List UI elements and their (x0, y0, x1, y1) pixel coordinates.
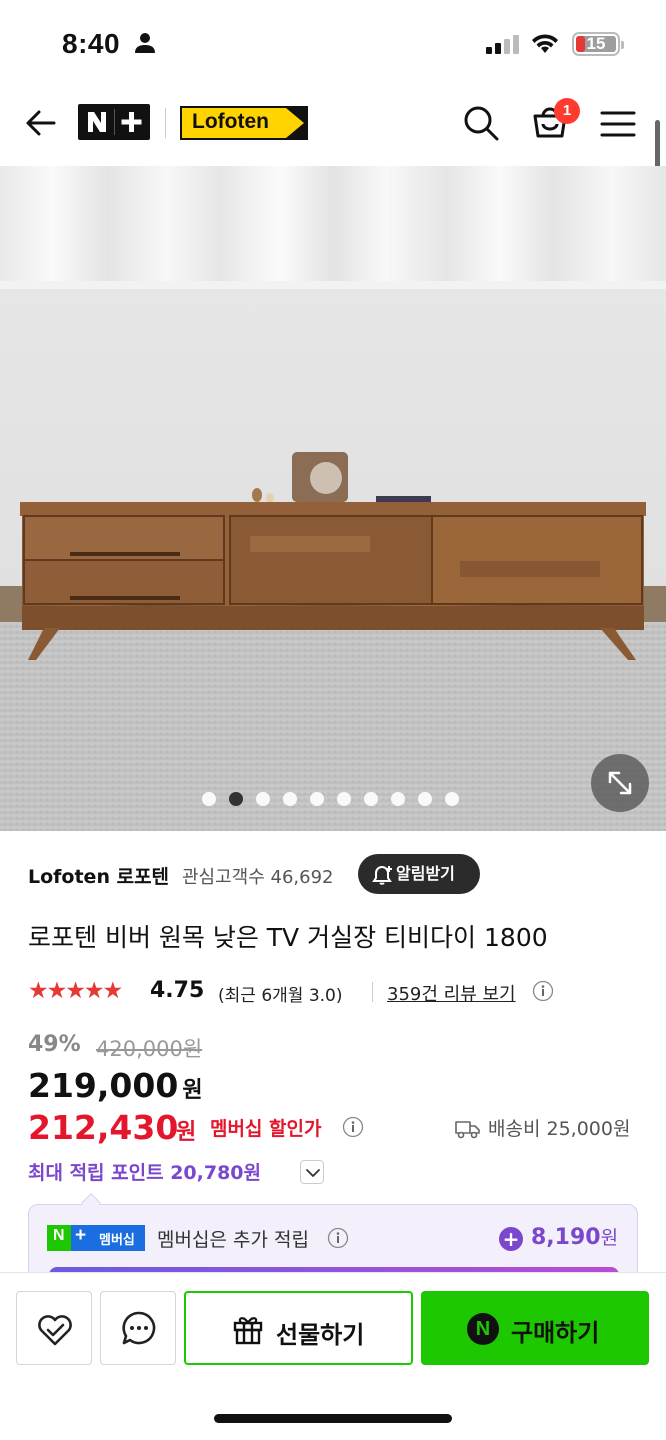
gallery-dot[interactable] (202, 792, 216, 806)
brand-logo[interactable]: Lofoten (180, 106, 308, 140)
store-name-link[interactable]: Lofoten 로포텐 (28, 862, 169, 889)
plus-circle-icon: + (499, 1227, 523, 1251)
status-bar: 8:40 15 (0, 0, 666, 84)
gift-icon (233, 1317, 263, 1345)
person-icon (135, 33, 155, 53)
price-row: 219,000 원 (28, 1066, 203, 1106)
membership-text: 멤버십은 추가 적립 (157, 1229, 309, 1251)
rating-value: 4.75 (150, 978, 205, 1003)
gallery-pagination[interactable] (202, 792, 459, 806)
product-image-gallery[interactable] (0, 166, 666, 831)
shipping-fee: 배송비 25,000원 (488, 1118, 631, 1140)
info-icon[interactable] (532, 980, 554, 1002)
battery-icon: 15 (572, 32, 624, 56)
chevron-down-icon (306, 1169, 320, 1177)
points-row[interactable]: 최대 적립 포인트 20,780원 (28, 1158, 324, 1188)
home-indicator[interactable] (214, 1414, 452, 1423)
store-fans-count: 관심고객수 46,692 (182, 867, 334, 888)
status-time: 8:40 (62, 28, 121, 59)
gift-button-label: 선물하기 (276, 1321, 365, 1349)
gallery-dot[interactable] (445, 792, 459, 806)
reviews-link[interactable]: 359건 리뷰 보기 (387, 980, 516, 1006)
membership-extra-points: 8,190원 (531, 1223, 618, 1250)
badge-n: N (53, 1227, 65, 1244)
gallery-dot[interactable] (391, 792, 405, 806)
gift-button[interactable]: 선물하기 (184, 1291, 413, 1365)
store-row: Lofoten 로포텐 관심고객수 46,692 알림받기 (28, 852, 648, 894)
member-price-row: 212,430 원 멤버십 할인가 배송비 25,000원 (28, 1108, 648, 1148)
member-price-label: 멤버십 할인가 (210, 1118, 322, 1140)
max-points: 최대 적립 포인트 20,780원 (28, 1162, 262, 1184)
top-nav: Lofoten 1 (0, 84, 666, 166)
npay-icon: N (467, 1313, 499, 1345)
rating-stars: ★★★★★ (28, 978, 123, 1004)
rating-divider (372, 982, 373, 1002)
buy-button[interactable]: N 구매하기 (421, 1291, 649, 1365)
brand-logo-text: Lofoten (192, 110, 269, 133)
buy-button-label: 구매하기 (511, 1319, 600, 1347)
gallery-dot[interactable] (283, 792, 297, 806)
extra-points-unit: 원 (600, 1227, 619, 1249)
battery-level: 15 (586, 34, 606, 53)
member-price-unit: 원 (176, 1120, 197, 1145)
recent-rating: (최근 6개월 3.0) (218, 986, 343, 1006)
sale-price: 219,000 (28, 1066, 179, 1105)
original-price: 420,000원 (96, 1037, 203, 1061)
points-expand-button[interactable] (300, 1160, 324, 1184)
product-photo (0, 166, 666, 831)
nplus-store-logo[interactable] (78, 104, 150, 140)
info-icon[interactable] (327, 1227, 349, 1249)
gallery-dot[interactable] (364, 792, 378, 806)
header-divider (165, 108, 166, 138)
discount-percent: 49% (28, 1032, 81, 1057)
cellular-signal-icon (486, 35, 519, 54)
expand-icon (608, 771, 632, 795)
nplus-logo-icon (88, 109, 142, 135)
nplus-membership-badge: N + 멤버십 (47, 1225, 145, 1251)
badge-text: 멤버십 (99, 1233, 135, 1248)
expand-image-button[interactable] (591, 754, 649, 812)
badge-plus: + (75, 1225, 87, 1246)
hamburger-menu-icon[interactable] (600, 110, 636, 138)
info-icon[interactable] (342, 1116, 364, 1138)
product-title: 로포텐 비버 원목 낮은 TV 거실장 티비다이 1800 (28, 923, 548, 952)
gallery-dot[interactable] (229, 792, 243, 806)
member-price: 212,430 (28, 1108, 179, 1147)
cart-count-badge: 1 (554, 98, 580, 124)
talk-talk-button[interactable] (100, 1291, 176, 1365)
truck-icon (455, 1121, 480, 1139)
extra-points-value: 8,190 (531, 1225, 601, 1250)
wifi-icon (532, 34, 558, 53)
heart-check-icon (38, 1315, 72, 1346)
gallery-dot[interactable] (310, 792, 324, 806)
notify-button[interactable]: 알림받기 (358, 854, 480, 894)
back-arrow-icon[interactable] (24, 106, 58, 140)
gallery-dot[interactable] (418, 792, 432, 806)
wishlist-button[interactable] (16, 1291, 92, 1365)
sale-price-unit: 원 (182, 1078, 203, 1103)
search-icon[interactable] (462, 104, 500, 142)
rating-row: ★★★★★ 4.75 (최근 6개월 3.0) 359건 리뷰 보기 (28, 976, 648, 1008)
gallery-dot[interactable] (256, 792, 270, 806)
gallery-dot[interactable] (337, 792, 351, 806)
notify-button-label: 알림받기 (396, 864, 455, 883)
bell-plus-icon (372, 865, 392, 885)
chat-bubble-icon (122, 1311, 156, 1345)
